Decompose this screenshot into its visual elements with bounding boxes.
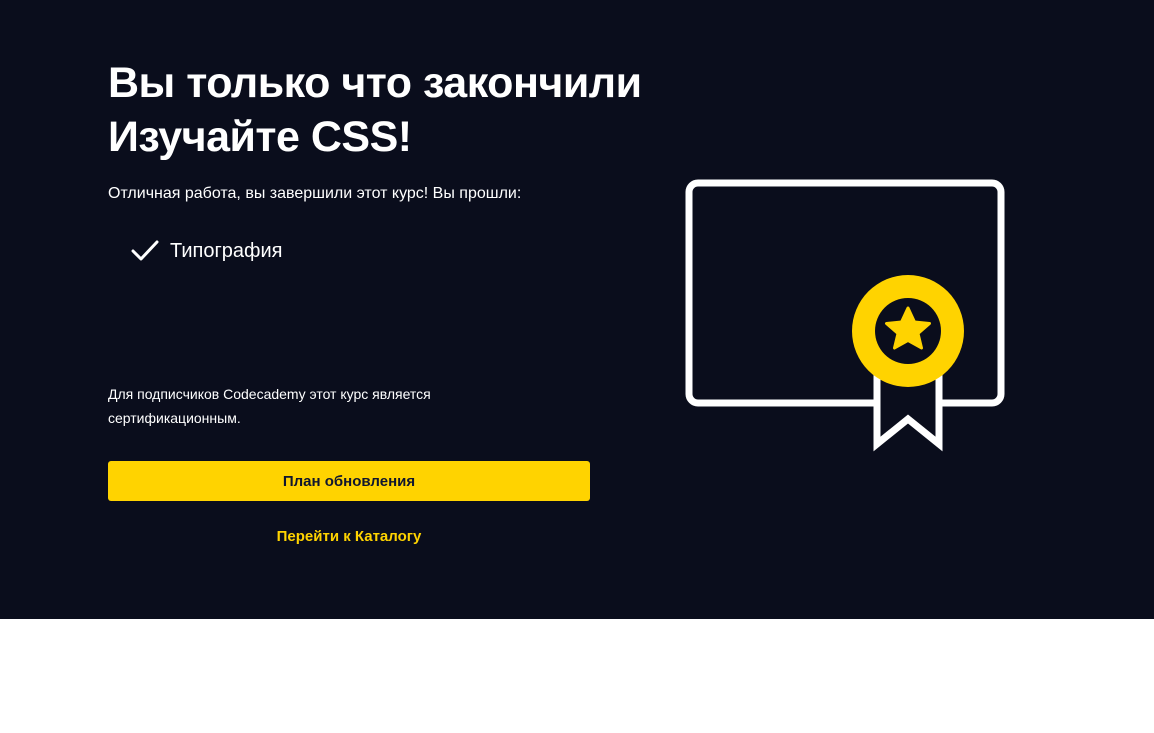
completed-lesson-label: Типография [170, 240, 283, 262]
page-title-line-1: Вы только что закончили [108, 59, 642, 107]
course-complete-content: Вы только что закончили Изучайте CSS! От… [108, 56, 648, 545]
completed-lessons-list: Типография [130, 235, 282, 267]
go-to-catalog-link[interactable]: Перейти к Каталогу [108, 526, 590, 548]
certificate-badge-icon [685, 179, 1005, 452]
page-title-line-2: Изучайте CSS! [108, 113, 412, 161]
list-item: Типография [130, 235, 282, 267]
subscriber-note: Для подписчиков Codecademy этот курс явл… [108, 386, 431, 426]
completion-intro: Отличная работа, вы завершили этот курс!… [108, 185, 522, 202]
course-complete-panel: Вы только что закончили Изучайте CSS! От… [0, 0, 1154, 619]
checkmark-icon [131, 240, 159, 261]
upgrade-plan-button[interactable]: План обновления [108, 461, 590, 501]
page-title: Вы только что закончили Изучайте CSS! [108, 56, 668, 164]
